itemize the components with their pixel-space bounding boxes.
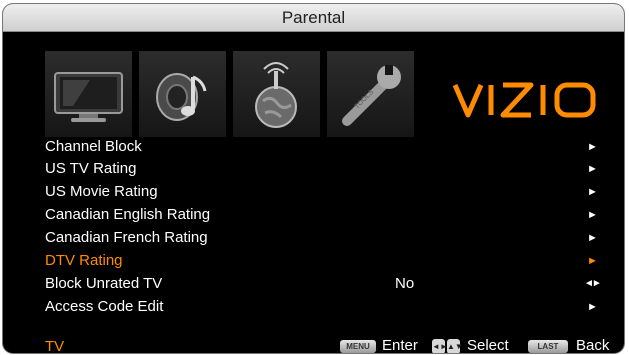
menu-item-label: DTV Rating	[45, 252, 123, 269]
input-source-label: TV	[45, 338, 65, 353]
up-down-key-icon: ▲▼	[447, 339, 463, 353]
block-unrated-value[interactable]: No	[395, 273, 414, 295]
arrow-right-icon: ►	[587, 163, 598, 175]
menu-item-block-unrated-tv[interactable]: Block Unrated TV No ◄►	[3, 273, 624, 295]
last-key-icon: LAST	[528, 340, 568, 353]
menu-item-label: Channel Block	[45, 138, 142, 155]
menu-item-channel-block[interactable]: Channel Block ►	[3, 136, 624, 158]
menu-item-label: Access Code Edit	[45, 298, 164, 315]
menu-item-canadian-english-rating[interactable]: Canadian English Rating ►	[3, 204, 624, 226]
vizio-logo	[451, 75, 601, 123]
arrow-right-icon: ►	[587, 232, 598, 244]
music-icon[interactable]	[139, 51, 226, 137]
category-icon-bar: TOOLS	[3, 51, 624, 137]
arrow-right-icon: ►	[587, 301, 598, 313]
menu-key-icon: MENU	[340, 340, 376, 353]
menu-item-us-movie-rating[interactable]: US Movie Rating ►	[3, 181, 624, 203]
menu-item-canadian-french-rating[interactable]: Canadian French Rating ►	[3, 227, 624, 249]
menu-item-label: Block Unrated TV	[45, 275, 163, 292]
network-globe-icon[interactable]	[233, 51, 320, 137]
left-right-key-icon: ◄►	[432, 339, 448, 353]
tv-icon[interactable]	[45, 51, 132, 137]
menu-item-dtv-rating[interactable]: DTV Rating ►	[3, 250, 624, 272]
select-hint: Select	[467, 337, 509, 353]
menu-item-label: US TV Rating	[45, 160, 137, 177]
footer-help-bar: TV MENU Enter ◄► ▲▼ Select LAST Back	[3, 334, 624, 353]
arrow-right-icon: ►	[587, 255, 598, 267]
parental-menu-panel: Parental TOOLS Channel Block ► US TV Rat…	[3, 4, 624, 353]
back-hint: Back	[576, 337, 610, 353]
arrow-right-icon: ►	[587, 209, 598, 221]
menu-item-label: Canadian French Rating	[45, 229, 208, 246]
arrow-right-icon: ►	[587, 186, 598, 198]
tools-icon[interactable]: TOOLS	[327, 51, 414, 137]
window-title: Parental	[3, 4, 624, 32]
menu-item-access-code-edit[interactable]: Access Code Edit ►	[3, 296, 624, 318]
enter-hint: Enter	[382, 337, 418, 353]
menu-item-us-tv-rating[interactable]: US TV Rating ►	[3, 158, 624, 180]
menu-item-label: US Movie Rating	[45, 183, 158, 200]
left-right-arrows-icon: ◄►	[584, 278, 602, 289]
menu-item-label: Canadian English Rating	[45, 206, 211, 223]
arrow-right-icon: ►	[587, 141, 598, 153]
